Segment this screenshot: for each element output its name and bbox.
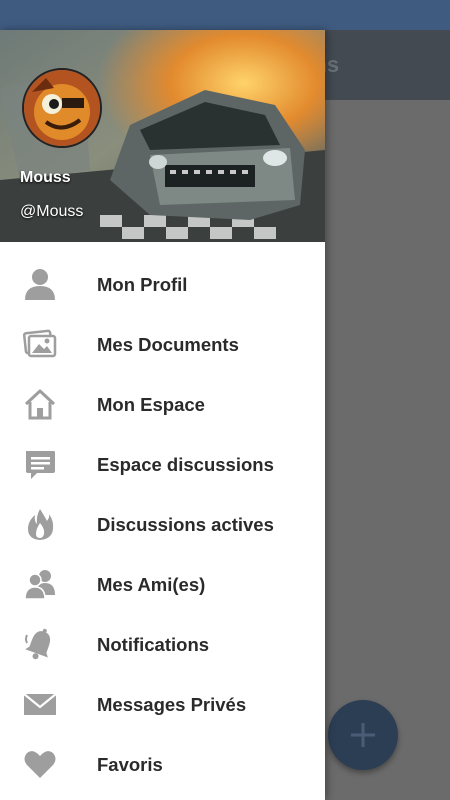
- flame-icon: [22, 506, 58, 542]
- menu-item-mon-profil[interactable]: Mon Profil: [0, 254, 325, 314]
- menu-item-espace-discussions[interactable]: Espace discussions: [0, 434, 325, 494]
- drawer-menu: Mon Profil Mes Documents Mon Espace Espa…: [0, 254, 325, 794]
- menu-item-label: Mon Espace: [97, 394, 205, 415]
- menu-item-label: Espace discussions: [97, 454, 274, 475]
- navigation-drawer: Mouss @Mouss Mon Profil Mes Documents Mo…: [0, 30, 325, 800]
- menu-item-label: Messages Privés: [97, 694, 247, 715]
- menu-item-favoris[interactable]: Favoris: [0, 734, 325, 794]
- status-bar: [0, 0, 450, 30]
- avatar-image: [24, 70, 100, 146]
- bell-icon: [22, 626, 58, 662]
- chat-bubble-icon: [22, 446, 58, 482]
- menu-item-messages-prives[interactable]: Messages Privés: [0, 674, 325, 734]
- drawer-header: Mouss @Mouss: [0, 30, 325, 242]
- envelope-icon: [22, 686, 58, 722]
- plus-icon: [351, 723, 375, 747]
- person-icon: [22, 266, 58, 302]
- home-icon: [22, 386, 58, 422]
- menu-item-mes-amis[interactable]: Mes Ami(es): [0, 554, 325, 614]
- menu-item-label: Discussions actives: [97, 514, 274, 535]
- add-button[interactable]: [328, 700, 398, 770]
- menu-item-label: Mes Documents: [97, 334, 239, 355]
- user-name: Mouss: [20, 169, 71, 186]
- menu-item-notifications[interactable]: Notifications: [0, 614, 325, 674]
- menu-item-label: Mes Ami(es): [97, 574, 206, 595]
- menu-item-mon-espace[interactable]: Mon Espace: [0, 374, 325, 434]
- heart-icon: [22, 746, 58, 782]
- user-handle: @Mouss: [20, 203, 84, 220]
- menu-item-label: Notifications: [97, 634, 210, 655]
- avatar[interactable]: [22, 68, 102, 148]
- menu-item-mes-documents[interactable]: Mes Documents: [0, 314, 325, 374]
- menu-item-label: Favoris: [97, 754, 163, 775]
- photos-icon: [22, 326, 58, 362]
- menu-item-label: Mon Profil: [97, 274, 188, 295]
- menu-item-discussions-actives[interactable]: Discussions actives: [0, 494, 325, 554]
- friends-icon: [22, 566, 58, 602]
